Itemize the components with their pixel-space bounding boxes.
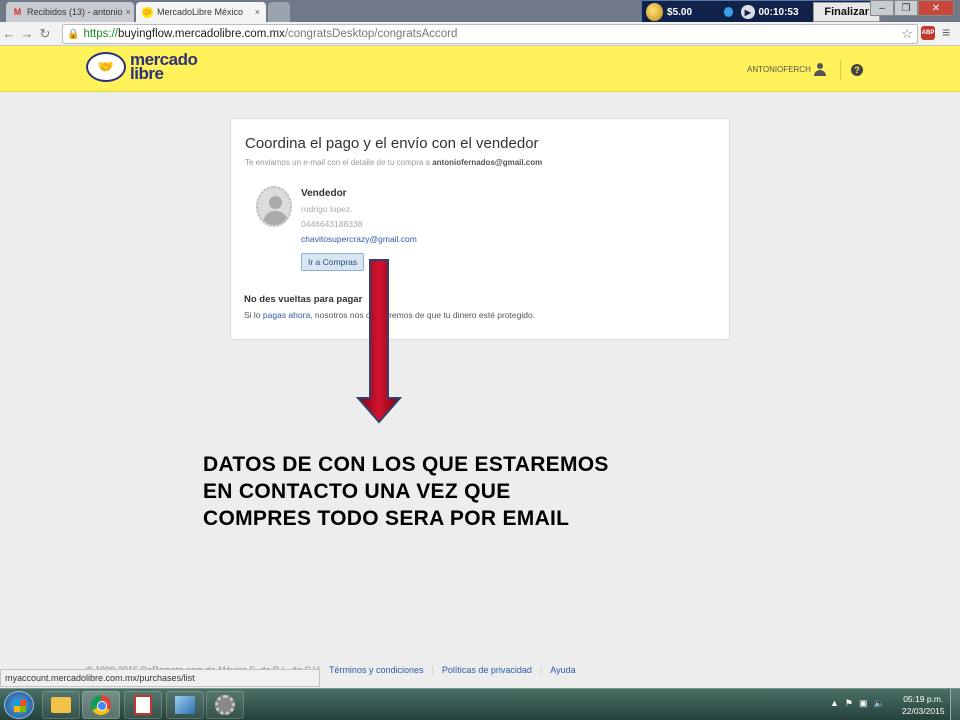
tab-mercadolibre[interactable]: 🤝 MercadoLibre México ×: [136, 2, 266, 22]
username-link[interactable]: ANTONIOFERCH: [747, 65, 811, 74]
note-line-1: DATOS DE CON LOS QUE ESTAREMOS: [203, 453, 609, 476]
seller-phone: 0446643188338: [301, 219, 363, 229]
info-prefix: Si lo: [244, 310, 263, 320]
status-bar-url: myaccount.mercadolibre.com.mx/purchases/…: [0, 669, 320, 687]
footer-divider: |: [431, 665, 434, 675]
clock[interactable]: 05:19 p.m. 22/03/2015: [902, 693, 945, 717]
twitter-icon: [723, 7, 734, 17]
timer-widget: $5.00 ▶ 00:10:53 Finalizar: [641, 0, 881, 24]
document-icon: [134, 695, 152, 715]
privacy-link[interactable]: Políticas de privacidad: [442, 665, 532, 675]
site-header: 🤝 mercado libre ANTONIOFERCH ?: [0, 46, 960, 92]
brand-line-2: libre: [130, 64, 164, 83]
window-icon: [175, 696, 195, 714]
start-button[interactable]: [4, 691, 34, 719]
timer-money: $5.00: [667, 6, 693, 18]
tab-label: Recibidos (13) - antonio: [27, 7, 123, 17]
system-tray: ▲ ⚑ ▣ 🔈: [830, 698, 885, 709]
back-arrow-icon[interactable]: ←: [0, 26, 18, 41]
url-input[interactable]: 🔒 https:// buyingflow.mercadolibre.com.m…: [62, 24, 918, 44]
pagas-ahora-link[interactable]: pagas ahora: [263, 310, 310, 320]
tab-close-icon[interactable]: ×: [252, 7, 260, 17]
reload-icon[interactable]: ↻: [36, 26, 54, 42]
flag-icon[interactable]: ⚑: [845, 698, 853, 709]
clock-date: 22/03/2015: [902, 706, 945, 716]
terms-link[interactable]: Términos y condiciones: [329, 665, 424, 675]
tab-gmail[interactable]: M Recibidos (13) - antonio ×: [6, 2, 134, 22]
play-icon[interactable]: ▶: [741, 5, 755, 19]
close-window-button[interactable]: ✕: [918, 0, 954, 16]
card-title: Coordina el pago y el envío con el vende…: [245, 135, 539, 152]
volume-icon[interactable]: 🔈: [874, 698, 885, 709]
brand-text: mercado libre: [130, 51, 198, 83]
annotation-arrow: [356, 259, 402, 424]
ir-a-compras-button[interactable]: Ir a Compras: [301, 253, 365, 271]
help-icon[interactable]: ?: [851, 64, 863, 76]
minimize-button[interactable]: –: [870, 0, 894, 16]
lock-icon: 🔒: [67, 28, 80, 40]
new-tab-button[interactable]: [268, 2, 290, 22]
tray-arrow-icon[interactable]: ▲: [830, 698, 839, 709]
mercadolibre-logo[interactable]: 🤝 mercado libre: [86, 51, 198, 83]
clock-time: 05:19 p.m.: [903, 694, 944, 704]
seller-name: rodrigo lopez.: [301, 204, 353, 214]
help-link[interactable]: Ayuda: [550, 665, 575, 675]
url-scheme: https://: [83, 28, 118, 40]
taskbar-chrome[interactable]: [82, 691, 120, 719]
chrome-icon: [91, 695, 111, 715]
note-line-3: COMPRES TODO SERA POR EMAIL: [203, 507, 570, 530]
card-subtitle: Te enviamos un e-mail con el detalle de …: [245, 158, 542, 167]
seller-email-link[interactable]: chavitosupercrazy@gmail.com: [301, 234, 417, 244]
footer-divider: |: [539, 665, 543, 675]
gmail-icon: M: [13, 7, 22, 17]
taskbar: ▲ ⚑ ▣ 🔈 05:19 p.m. 22/03/2015: [0, 688, 960, 720]
browser-menu-icon[interactable]: ≡: [942, 24, 950, 40]
taskbar-explorer[interactable]: [42, 691, 80, 719]
user-icon[interactable]: [814, 63, 826, 76]
timer-time: 00:10:53: [758, 6, 799, 18]
coin-icon: [646, 3, 664, 21]
network-icon[interactable]: ▣: [859, 698, 868, 709]
tab-close-icon[interactable]: ×: [123, 7, 131, 17]
taskbar-app-blue[interactable]: [166, 691, 204, 719]
seller-avatar: [256, 186, 292, 227]
tab-label: MercadoLibre México: [157, 7, 244, 17]
bookmark-star-icon[interactable]: ☆: [901, 26, 913, 42]
url-path: /congratsDesktop/congratsAccord: [284, 28, 458, 40]
header-divider: [840, 60, 841, 80]
forward-arrow-icon[interactable]: →: [18, 26, 36, 41]
note-line-2: EN CONTACTO UNA VEZ QUE: [203, 480, 511, 503]
folder-icon: [51, 697, 71, 713]
annotation-note: DATOS DE CON LOS QUE ESTAREMOS EN CONTAC…: [203, 451, 743, 532]
adblock-icon[interactable]: ABP: [921, 26, 935, 40]
url-domain: buyingflow.mercadolibre.com.mx: [117, 28, 285, 40]
taskbar-app-gear[interactable]: [206, 691, 244, 719]
gear-icon: [215, 695, 235, 715]
info-suffix: , nosotros nos ocuparemos de que tu dine…: [310, 310, 536, 320]
window-controls: – ❐ ✕: [870, 0, 954, 16]
handshake-icon: 🤝: [86, 52, 126, 82]
subtitle-text: Te enviamos un e-mail con el detalle de …: [245, 158, 433, 167]
maximize-button[interactable]: ❐: [894, 0, 918, 16]
address-bar-row: ← → ↻ 🔒 https:// buyingflow.mercadolibre…: [0, 22, 960, 46]
congrats-card: Coordina el pago y el envío con el vende…: [230, 118, 730, 340]
show-desktop-button[interactable]: [950, 689, 960, 720]
buyer-email: antoniofernados@gmail.com: [432, 158, 543, 167]
seller-heading: Vendedor: [301, 188, 347, 199]
taskbar-app-red[interactable]: [124, 691, 162, 719]
info-heading: No des vueltas para pagar: [244, 294, 363, 305]
mercadolibre-icon: 🤝: [141, 6, 154, 18]
